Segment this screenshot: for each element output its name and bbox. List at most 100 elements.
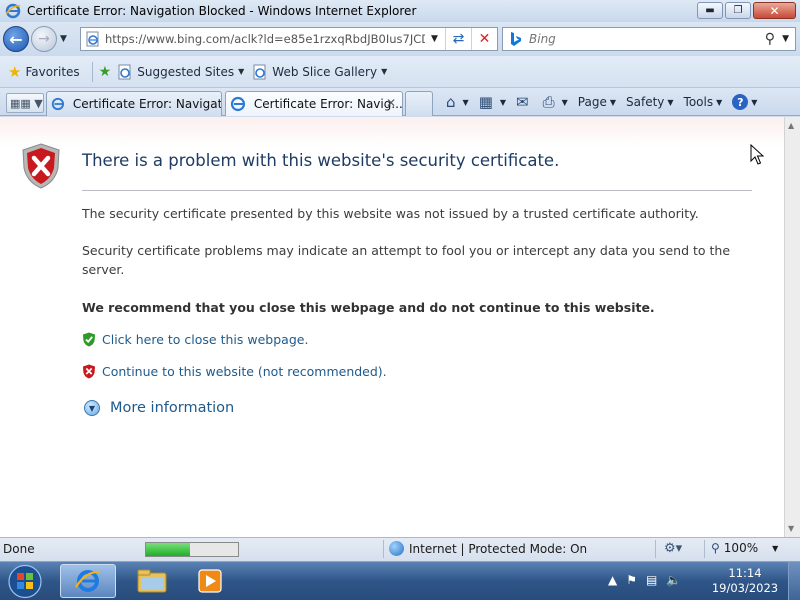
divider bbox=[704, 540, 705, 558]
forward-button[interactable]: → bbox=[31, 26, 57, 52]
taskbar-media-player[interactable] bbox=[182, 564, 238, 598]
chevron-down-icon: ▼ bbox=[381, 67, 388, 76]
continue-to-website-link[interactable]: Continue to this website (not recommende… bbox=[82, 364, 387, 379]
internet-explorer-icon bbox=[230, 96, 246, 112]
tab-certificate-error-1[interactable]: Certificate Error: Navigatio... bbox=[46, 91, 222, 116]
search-input[interactable] bbox=[529, 32, 759, 46]
tab-label: Certificate Error: Navig... bbox=[253, 97, 402, 111]
command-bar: ⌂ ▼ ▦ ▼ ✉ ⎙ ▼ Page ▼ Safety ▼ Tools ▼ ? ▼ bbox=[446, 91, 767, 113]
minimize-button[interactable]: ▬ bbox=[697, 2, 723, 19]
continue-label[interactable]: Continue to this website (not recommende… bbox=[102, 364, 387, 379]
page-menu[interactable]: Page ▼ bbox=[578, 95, 616, 109]
home-button[interactable]: ⌂ ▼ bbox=[446, 93, 469, 111]
window-controls: ▬ ❐ ✕ bbox=[697, 2, 796, 19]
progress-fill bbox=[146, 543, 191, 556]
change-status-bar-settings-icon[interactable]: ⚙▾ bbox=[664, 541, 682, 556]
red-shield-icon bbox=[83, 364, 95, 379]
tools-menu[interactable]: Tools ▼ bbox=[684, 95, 723, 109]
scroll-down-icon[interactable]: ▼ bbox=[788, 524, 794, 533]
window-title: Certificate Error: Navigation Blocked - … bbox=[27, 4, 417, 18]
url-text[interactable]: https://www.bing.com/aclk?ld=e85e1rzxqRb… bbox=[105, 32, 425, 46]
navigation-bar: ← → ▼ https://www.bing.com/aclk?ld=e85e1… bbox=[0, 22, 800, 56]
tab-bar: ▦▦ ▼ Certificate Error: Navigatio... Cer… bbox=[0, 88, 800, 116]
tab-label: Certificate Error: Navigatio... bbox=[72, 97, 221, 111]
show-desktop-button[interactable] bbox=[788, 562, 800, 600]
page-load-progress bbox=[145, 542, 239, 557]
close-webpage-label[interactable]: Click here to close this webpage. bbox=[102, 332, 308, 347]
system-tray: ▲ ⚑ ▤ 🔈 bbox=[608, 573, 681, 587]
rss-feed-icon: ▦ bbox=[478, 93, 493, 111]
help-button[interactable]: ? ▼ bbox=[732, 94, 757, 110]
page-icon bbox=[118, 64, 131, 79]
new-tab-button[interactable] bbox=[405, 91, 433, 116]
tab-certificate-error-2[interactable]: Certificate Error: Navig... ✕ bbox=[225, 91, 403, 116]
read-mail-button[interactable]: ✉ bbox=[516, 93, 533, 111]
scroll-up-icon[interactable]: ▲ bbox=[788, 121, 794, 130]
tools-menu-label: Tools bbox=[683, 95, 714, 109]
close-tab-icon[interactable]: ✕ bbox=[386, 96, 396, 110]
back-button[interactable]: ← bbox=[3, 26, 29, 52]
search-icon[interactable]: ⚲ bbox=[765, 31, 775, 47]
action-center-flag-icon[interactable]: ⚑ bbox=[626, 573, 637, 587]
search-box[interactable]: ⚲ ▼ bbox=[502, 27, 796, 51]
address-dropdown-icon[interactable]: ▼ bbox=[431, 34, 438, 44]
maximize-button[interactable]: ❐ bbox=[725, 2, 751, 19]
chevron-down-icon: ▼ bbox=[84, 400, 100, 416]
error-shield-icon bbox=[22, 143, 60, 189]
folder-icon bbox=[137, 569, 167, 593]
volume-muted-icon[interactable]: 🔈 bbox=[666, 573, 681, 587]
internet-explorer-icon bbox=[51, 97, 65, 111]
zoom-icon: ⚲ bbox=[711, 541, 720, 555]
web-slice-gallery-link[interactable]: Web Slice Gallery ▼ bbox=[252, 64, 395, 80]
stop-button[interactable]: ✕ bbox=[471, 28, 497, 50]
recent-pages-dropdown[interactable]: ▼ bbox=[60, 34, 67, 44]
close-window-button[interactable]: ✕ bbox=[753, 2, 796, 19]
taskbar-windows-explorer[interactable] bbox=[124, 564, 180, 598]
page-content: There is a problem with this website's s… bbox=[0, 117, 784, 537]
show-hidden-icons-icon[interactable]: ▲ bbox=[608, 573, 617, 587]
print-button[interactable]: ⎙ ▼ bbox=[543, 93, 568, 111]
search-options-dropdown[interactable]: ▼ bbox=[782, 34, 789, 44]
divider bbox=[91, 61, 93, 82]
clock-time: 11:14 bbox=[728, 566, 762, 580]
page-title: There is a problem with this website's s… bbox=[82, 151, 560, 170]
taskbar-internet-explorer[interactable] bbox=[60, 564, 116, 598]
favorites-button[interactable]: ★ Favorites bbox=[0, 63, 80, 81]
close-webpage-link[interactable]: Click here to close this webpage. bbox=[82, 332, 308, 347]
page-icon bbox=[86, 31, 99, 47]
bing-icon bbox=[511, 32, 521, 46]
suggested-sites-link[interactable]: Suggested Sites ▼ bbox=[117, 64, 252, 80]
network-icon[interactable]: ▤ bbox=[646, 573, 657, 587]
status-bar: Done Internet | Protected Mode: On ⚙▾ ⚲ … bbox=[0, 537, 800, 561]
refresh-button[interactable]: ⇄ bbox=[445, 28, 471, 50]
page-menu-label: Page bbox=[577, 95, 607, 109]
more-information-toggle[interactable]: ▼ More information bbox=[84, 400, 234, 416]
divider bbox=[383, 540, 384, 558]
taskbar: ▲ ⚑ ▤ 🔈 11:14 19/03/2023 bbox=[0, 561, 800, 600]
globe-icon bbox=[389, 541, 404, 556]
clock-date: 19/03/2023 bbox=[711, 581, 779, 595]
warning-text: Security certificate problems may indica… bbox=[82, 243, 731, 277]
zone-label: Internet | Protected Mode: On bbox=[409, 541, 588, 556]
security-zone[interactable]: Internet | Protected Mode: On bbox=[389, 541, 587, 556]
internet-explorer-icon bbox=[75, 570, 101, 592]
zoom-level: 100% bbox=[723, 541, 759, 555]
address-bar[interactable]: https://www.bing.com/aclk?ld=e85e1rzxqRb… bbox=[80, 27, 498, 51]
clock[interactable]: 11:14 19/03/2023 bbox=[705, 566, 785, 596]
chevron-down-icon: ▼ bbox=[772, 543, 779, 553]
internet-explorer-icon bbox=[5, 3, 21, 19]
safety-menu[interactable]: Safety ▼ bbox=[626, 95, 674, 109]
quick-tabs-button[interactable]: ▦▦ ▼ bbox=[6, 93, 44, 113]
recommendation-text: We recommend that you close this webpage… bbox=[82, 300, 655, 315]
vertical-scrollbar[interactable]: ▲ ▼ bbox=[784, 117, 800, 537]
web-slice-gallery-label: Web Slice Gallery bbox=[272, 64, 378, 79]
printer-icon: ⎙ bbox=[542, 93, 555, 111]
zoom-level-button[interactable]: ⚲ 100% ▼ bbox=[711, 541, 778, 555]
more-information-label: More information bbox=[110, 400, 235, 416]
star-icon: ★ bbox=[8, 62, 22, 81]
suggested-sites-label: Suggested Sites bbox=[137, 64, 235, 79]
media-player-icon bbox=[198, 569, 222, 593]
add-to-favorites-bar-icon[interactable]: ★ bbox=[99, 64, 112, 80]
feeds-button[interactable]: ▦ ▼ bbox=[479, 93, 506, 111]
start-button[interactable] bbox=[4, 563, 46, 600]
